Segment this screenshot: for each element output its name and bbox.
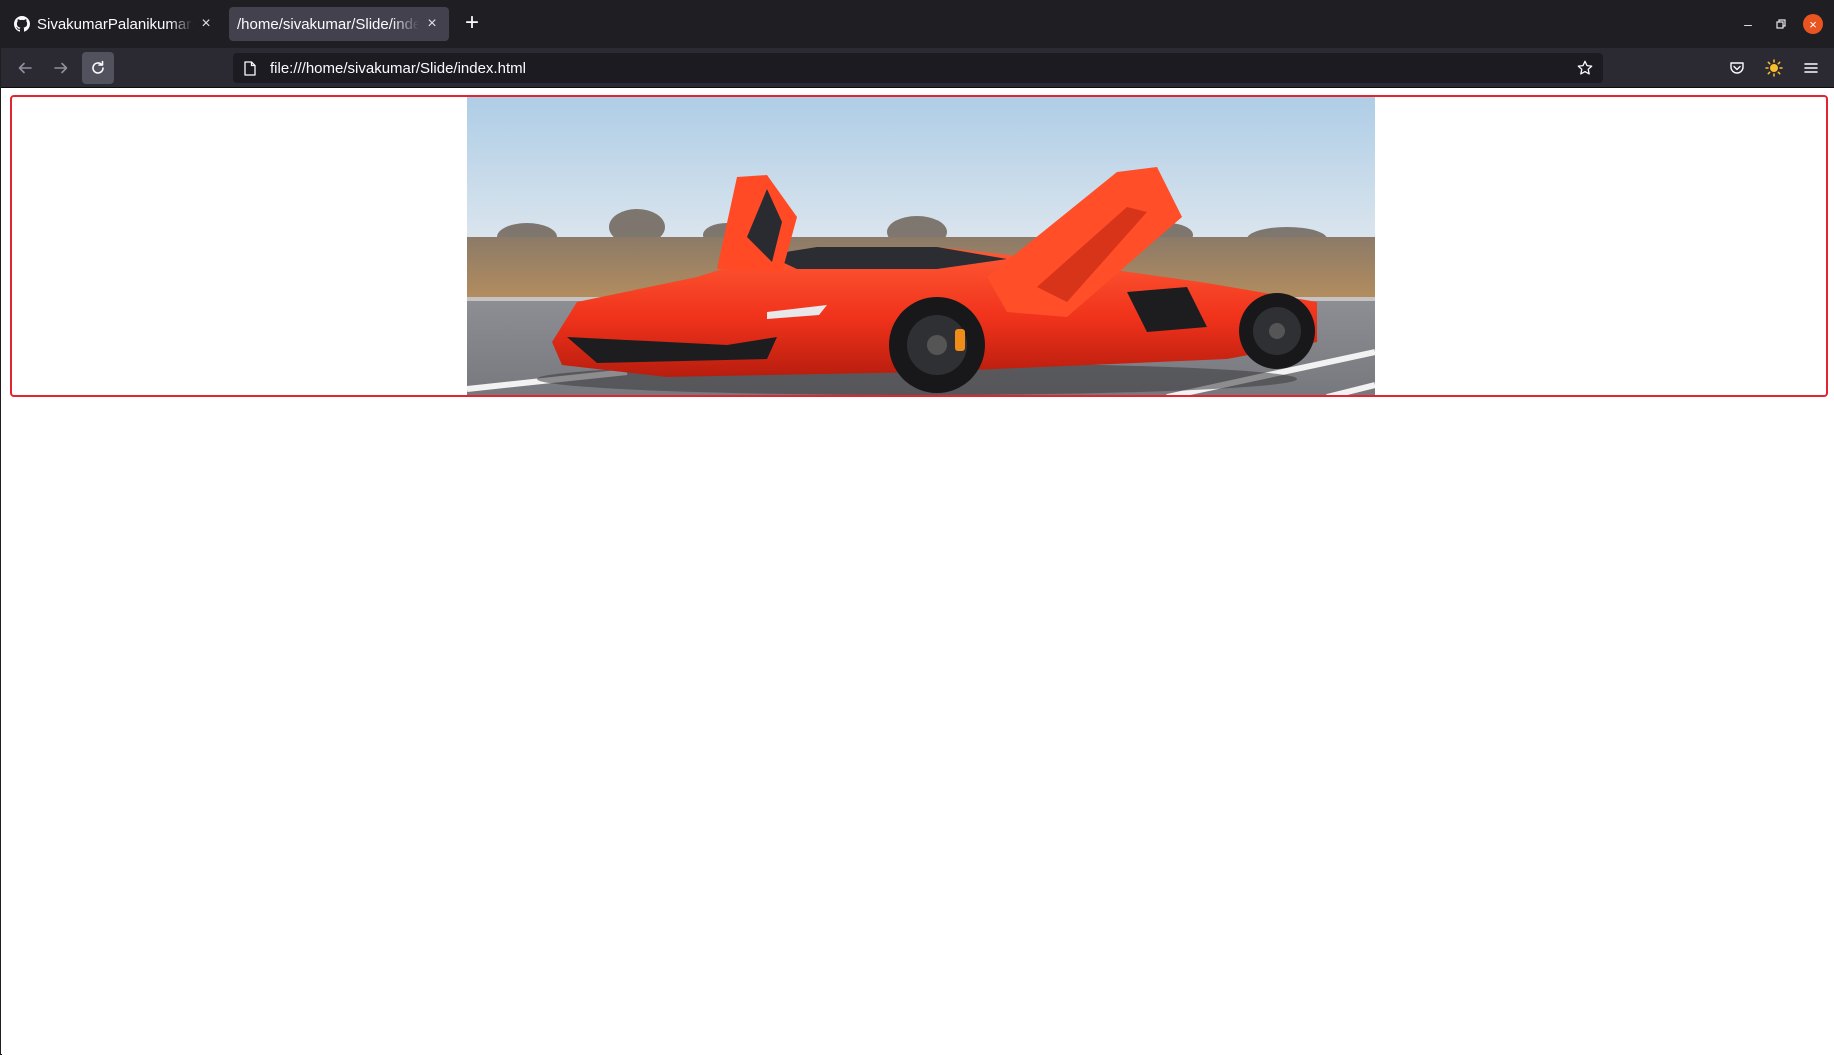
- slide-image-red-sports-car: [467, 97, 1375, 395]
- slideshow-container: [10, 95, 1828, 397]
- tab-github[interactable]: SivakumarPalanikumarC/ ×: [5, 7, 223, 41]
- reload-icon: [92, 60, 104, 74]
- back-button[interactable]: [9, 52, 41, 84]
- reload-button[interactable]: [82, 52, 114, 84]
- bookmark-star-icon[interactable]: [1573, 56, 1597, 80]
- theme-button[interactable]: [1760, 54, 1788, 82]
- restore-icon: [1776, 19, 1786, 29]
- tab-title: SivakumarPalanikumarC/: [37, 15, 193, 33]
- browser-window: SivakumarPalanikumarC/ × /home/sivakumar…: [0, 0, 1834, 1055]
- address-bar[interactable]: file:///home/sivakumar/Slide/index.html: [233, 53, 1603, 83]
- maximize-button[interactable]: [1769, 12, 1793, 36]
- github-icon: [13, 15, 31, 33]
- theme-sun-icon: [1765, 59, 1783, 77]
- pocket-button[interactable]: [1723, 54, 1751, 82]
- minimize-button[interactable]: –: [1736, 12, 1760, 36]
- url-text[interactable]: file:///home/sivakumar/Slide/index.html: [270, 60, 1573, 77]
- page-icon: [242, 60, 258, 76]
- tab-bar: SivakumarPalanikumarC/ × /home/sivakumar…: [1, 1, 1834, 48]
- hamburger-menu-icon: [1804, 63, 1818, 73]
- new-tab-button[interactable]: +: [459, 11, 485, 37]
- forward-button[interactable]: [45, 52, 77, 84]
- back-arrow-icon: [18, 62, 32, 74]
- pocket-icon: [1730, 62, 1744, 74]
- tab-title: /home/sivakumar/Slide/index.html: [237, 15, 419, 33]
- tab-close-icon[interactable]: ×: [197, 15, 215, 33]
- tab-index-html[interactable]: /home/sivakumar/Slide/index.html ×: [229, 7, 449, 41]
- close-window-button[interactable]: ×: [1803, 14, 1823, 34]
- tab-close-icon[interactable]: ×: [423, 15, 441, 33]
- app-menu-button[interactable]: [1797, 54, 1825, 82]
- page-content: [2, 88, 1834, 1055]
- forward-arrow-icon: [54, 62, 68, 74]
- nav-bar: file:///home/sivakumar/Slide/index.html: [1, 48, 1834, 88]
